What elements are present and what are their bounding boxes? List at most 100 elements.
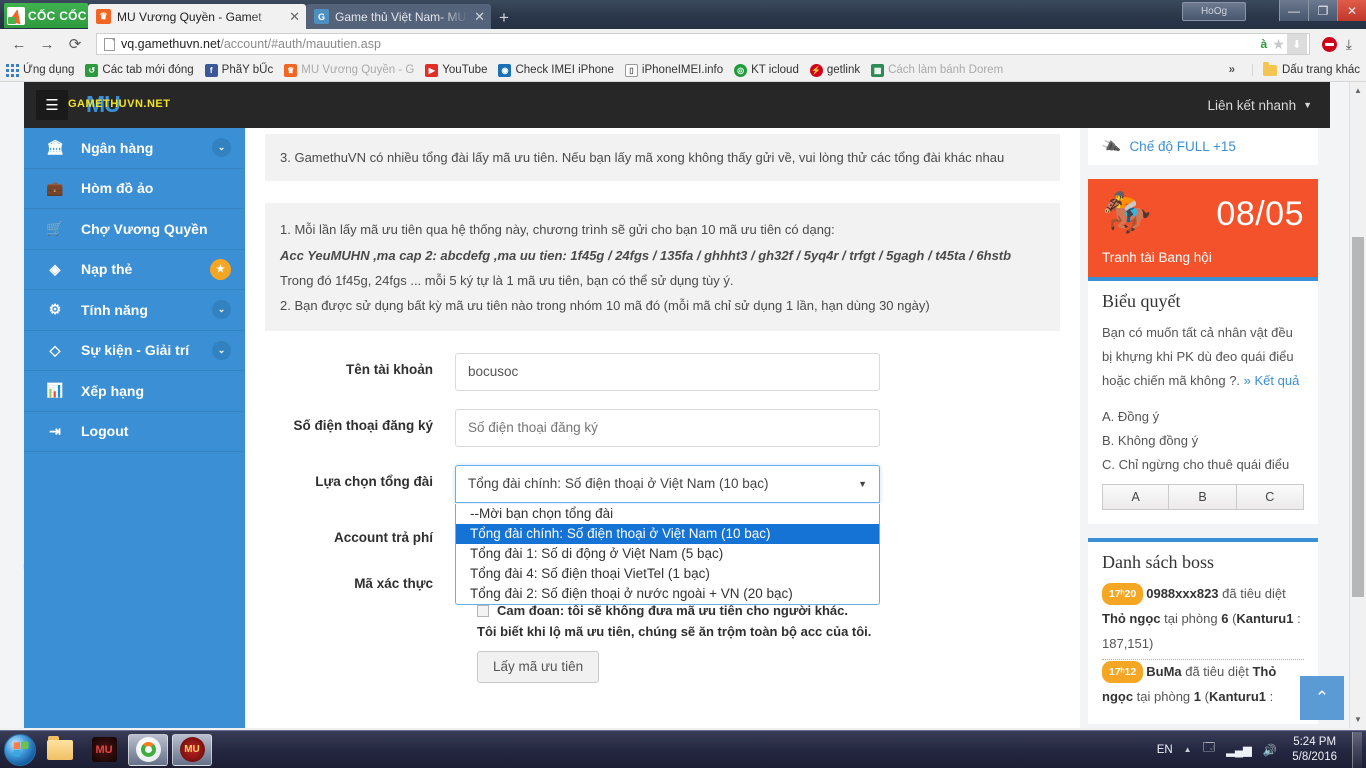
scroll-down-icon[interactable]: ▼	[1350, 711, 1366, 728]
vietnamese-input-icon[interactable]: à	[1258, 37, 1271, 51]
poll-vote-c-button[interactable]: C	[1237, 484, 1304, 510]
minimize-button[interactable]: —	[1279, 0, 1308, 21]
mu-game-icon: MU	[92, 737, 117, 762]
dropdown-option[interactable]: Tổng đài 4: Số điện thoại VietTel (1 bạc…	[456, 564, 879, 584]
start-button[interactable]	[4, 734, 36, 766]
forward-icon[interactable]: →	[34, 32, 60, 56]
new-tab-button[interactable]: +	[499, 9, 509, 26]
chevron-down-icon[interactable]: ⌄	[212, 341, 231, 360]
taskbar-item-coccoc[interactable]	[128, 734, 168, 766]
taskbar-clock[interactable]: 5:24 PM 5/8/2016	[1288, 735, 1341, 764]
url-host: vq.gamethuvn.net	[121, 37, 220, 51]
consent-checkbox[interactable]	[477, 605, 489, 617]
poll-vote-a-button[interactable]: A	[1102, 484, 1169, 510]
chevron-down-icon[interactable]: ⌄	[212, 138, 231, 157]
bookmark-label: MU Vương Quyền - G	[301, 64, 414, 76]
show-hidden-icons-icon[interactable]: ▲	[1184, 745, 1192, 754]
sidebar-item-tinh-nang[interactable]: ⚙ Tính năng ⌄	[24, 290, 245, 331]
bookmark-doraemon[interactable]: ▦ Cách làm bánh Dorem	[871, 64, 1003, 77]
hog-button[interactable]: HoOg	[1182, 2, 1246, 21]
chevron-down-icon: ▼	[858, 479, 867, 489]
browser-tab-active[interactable]: ♛ MU Vương Quyền - Gamet ✕	[88, 4, 306, 29]
clock-date: 5/8/2016	[1292, 750, 1337, 764]
adblock-icon[interactable]	[1322, 37, 1337, 52]
reload-icon[interactable]: ⟳	[62, 32, 88, 56]
scrollbar-thumb[interactable]	[1352, 237, 1364, 597]
account-input[interactable]	[455, 353, 880, 391]
download-page-icon[interactable]: ⬇	[1287, 34, 1307, 54]
site-logo[interactable]: MU GAMETHUVN.NET	[68, 91, 193, 119]
poll-vote-b-button[interactable]: B	[1169, 484, 1236, 510]
diamond-icon: ◈	[45, 261, 65, 278]
url-path: /account/#auth/mauutien.asp	[220, 37, 381, 51]
sidebar-item-label: Sự kiện - Giải trí	[81, 342, 196, 358]
bookmark-facebook[interactable]: f PhãY bŰc	[205, 64, 274, 77]
notice-line-3: Trong đó 1f45g, 24fgs ... mỗi 5 ký tự là…	[280, 268, 1045, 293]
sidebar-item-label: Ngân hàng	[81, 140, 196, 156]
taskbar-item-mu-game[interactable]: MU	[84, 734, 124, 766]
network-icon[interactable]: ▂▄▆	[1226, 743, 1252, 757]
bookmark-kt-icloud[interactable]: ◎ KT icloud	[734, 64, 799, 77]
browser-tab-inactive[interactable]: G Game thủ Việt Nam- MU H ✕	[306, 4, 491, 29]
sidebar-item-ngan-hang[interactable]: 🏛 Ngân hàng ⌄	[24, 128, 245, 169]
form-row-account: Tên tài khoản	[265, 353, 1060, 391]
poll-result-link[interactable]: » Kết quả	[1244, 373, 1300, 388]
consent-label-2: Tôi biết khi lộ mã ưu tiên, chúng sẽ ăn …	[477, 624, 1060, 639]
full-mode-link[interactable]: 🔌 Chế độ FULL +15	[1102, 138, 1304, 155]
bookmarks-overflow-button[interactable]: »	[1223, 64, 1241, 76]
dropdown-option[interactable]: --Mời bạn chọn tổng đài	[456, 504, 879, 524]
tong-dai-select[interactable]: Tổng đài chính: Số điện thoại ở Việt Nam…	[455, 465, 880, 503]
sidebar-item-xep-hang[interactable]: 📊 Xếp hạng	[24, 371, 245, 412]
omnibox-actions: à ★ ⬇	[1258, 34, 1307, 54]
phone-input[interactable]	[455, 409, 880, 447]
dropdown-option[interactable]: Tổng đài 2: Số điện thoại ở nước ngoài +…	[456, 584, 879, 604]
submit-button[interactable]: Lấy mã ưu tiên	[477, 651, 599, 683]
bookmark-label: getlink	[827, 64, 860, 76]
sidebar-item-label: Hòm đồ ảo	[81, 180, 231, 196]
bookmark-star-icon[interactable]: ★	[1272, 36, 1285, 53]
action-center-icon[interactable]: 🗔	[1203, 740, 1215, 759]
language-indicator[interactable]: EN	[1157, 744, 1173, 756]
page-scrollbar[interactable]: ▲ ▼	[1349, 82, 1366, 728]
boss-room-pre: tại phòng	[1161, 611, 1222, 626]
back-to-top-button[interactable]: ⌃	[1300, 676, 1344, 720]
sidebar-item-nap-the[interactable]: ◈ Nạp thẻ ★	[24, 250, 245, 291]
dropdown-option[interactable]: Tổng đài 1: Số di động ở Việt Nam (5 bạc…	[456, 544, 879, 564]
boss-list-item: 17ʰ200988xxx823 đã tiêu diệt Thỏ ngọc tạ…	[1102, 582, 1304, 660]
bookmark-recent-tabs[interactable]: ↺ Các tab mới đóng	[85, 64, 193, 77]
show-desktop-button[interactable]	[1352, 732, 1362, 768]
chevron-down-icon[interactable]: ⌄	[212, 300, 231, 319]
bookmark-check-imei[interactable]: ◉ Check IMEI iPhone	[498, 64, 613, 77]
bookmark-label: Check IMEI iPhone	[515, 64, 613, 76]
bookmark-mu[interactable]: ♛ MU Vương Quyền - G	[284, 64, 414, 77]
scroll-up-icon[interactable]: ▲	[1350, 82, 1366, 99]
bookmark-youtube[interactable]: ▶ YouTube	[425, 64, 487, 77]
downloads-icon[interactable]: ⤓	[1346, 36, 1352, 53]
dropdown-option-selected[interactable]: Tổng đài chính: Số điện thoại ở Việt Nam…	[456, 524, 879, 544]
back-icon[interactable]: ←	[6, 32, 32, 56]
close-icon[interactable]: ✕	[289, 10, 300, 23]
tong-dai-dropdown[interactable]: --Mời bạn chọn tổng đài Tổng đài chính: …	[455, 504, 880, 605]
quick-link-menu[interactable]: Liên kết nhanh ▼	[1208, 98, 1313, 113]
taskbar-item-mu-launcher[interactable]: MU	[172, 734, 212, 766]
sidebar-item-cho-vuong-quyen[interactable]: 🛒 Chợ Vương Quyền	[24, 209, 245, 250]
close-window-button[interactable]: ✕	[1337, 0, 1366, 21]
sidebar-item-hom-do-ao[interactable]: 💼 Hòm đồ ảo	[24, 169, 245, 210]
quick-link-label: Liên kết nhanh	[1208, 98, 1297, 113]
close-icon[interactable]: ✕	[474, 10, 485, 23]
taskbar-item-explorer[interactable]	[40, 734, 80, 766]
coccoc-brand-button[interactable]: CỐC CỐC	[4, 3, 88, 28]
bookmark-apps[interactable]: Ứng dụng	[6, 64, 74, 77]
bookmark-getlink[interactable]: ⚡ getlink	[810, 64, 860, 77]
page-info-icon[interactable]	[104, 38, 115, 51]
sidebar-item-logout[interactable]: ⇥ Logout	[24, 412, 245, 453]
maximize-button[interactable]: ❐	[1308, 0, 1337, 21]
event-banner[interactable]: 🏇 08/05 Tranh tài Bang hội	[1088, 179, 1318, 277]
other-bookmarks-folder[interactable]: Dấu trang khác	[1252, 64, 1360, 76]
volume-icon[interactable]: 🔊	[1263, 743, 1277, 757]
menu-toggle-icon[interactable]: ☰	[36, 90, 68, 120]
bookmark-iphoneimei[interactable]: ▯ iPhoneIMEI.info	[625, 64, 723, 77]
address-bar[interactable]: vq.gamethuvn.net /account/#auth/mauutien…	[96, 33, 1310, 55]
boss-player: 0988xxx823	[1146, 586, 1218, 601]
sidebar-item-su-kien-giai-tri[interactable]: ◇ Sự kiện - Giải trí ⌄	[24, 331, 245, 372]
